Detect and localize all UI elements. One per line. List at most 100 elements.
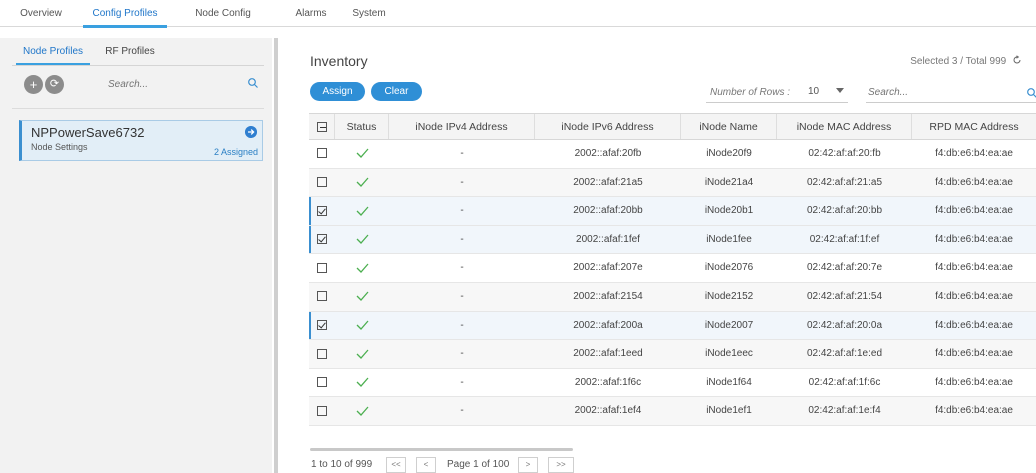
mac-cell: 02:42:af:af:20:0a	[806, 319, 883, 331]
row-checkbox[interactable]	[317, 319, 327, 330]
table-header: Status iNode IPv4 Address iNode IPv6 Add…	[309, 113, 1036, 140]
table-row[interactable]: - 2002::afaf:20fb iNode20f9 02:42:af:af:20:…	[309, 140, 1036, 169]
arrow-right-circle-icon[interactable]	[245, 126, 257, 138]
mac-cell: 02:42:af:af:21:a5	[806, 176, 883, 188]
subtab-node-profiles[interactable]: Node Profiles	[16, 46, 90, 66]
prev-page-button[interactable]: <	[416, 457, 436, 473]
ipv6-cell: 2002::afaf:200a	[573, 319, 643, 331]
row-select-cell	[309, 226, 335, 254]
ipv6-cell: 2002::afaf:207e	[573, 262, 643, 274]
rpd-mac-cell: f4:db:e6:b4:ea:ae	[935, 262, 1013, 274]
mac-cell: 02:42:af:af:1f:ef	[809, 233, 880, 245]
table-row[interactable]: - 2002::afaf:200a iNode2007 02:42:af:af:20:…	[309, 311, 1036, 341]
refresh-button[interactable]: ⟳	[45, 75, 64, 94]
row-select-cell	[309, 397, 335, 425]
checkmark-icon	[356, 320, 368, 330]
add-profile-button[interactable]: +	[24, 75, 43, 94]
status-cell	[335, 140, 389, 168]
last-page-button[interactable]: >>	[548, 457, 574, 473]
table-row[interactable]: - 2002::afaf:1f6c iNode1f64 02:42:af:af:1f:…	[309, 369, 1036, 398]
subtab-rf-profiles[interactable]: RF Profiles	[102, 46, 158, 63]
selection-summary-text: Selected 3 / Total 999	[910, 56, 1007, 67]
tab-overview[interactable]: Overview	[14, 0, 68, 27]
row-select-cell	[309, 312, 335, 340]
mac-cell: 02:42:af:af:20:bb	[806, 205, 883, 217]
horizontal-scrollbar[interactable]	[310, 448, 573, 451]
table-row[interactable]: - 2002::afaf:21a5 iNode21a4 02:42:af:af:21:…	[309, 168, 1036, 198]
column-status[interactable]: Status	[335, 114, 389, 139]
mac-cell: 02:42:af:af:21:54	[806, 290, 883, 302]
node-name-cell: iNode1fee	[706, 233, 752, 245]
ipv6-cell: 2002::afaf:1eed	[573, 348, 643, 360]
pagination-info: 1 to 10 of 999	[311, 459, 373, 470]
ipv4-cell: -	[460, 290, 464, 302]
status-cell	[335, 169, 389, 197]
assign-button[interactable]: Assign	[310, 82, 365, 101]
ipv4-cell: -	[460, 405, 464, 417]
table-row[interactable]: - 2002::afaf:2154 iNode2152 02:42:af:af:21:…	[309, 282, 1036, 312]
subtab-divider	[12, 65, 264, 66]
table-row[interactable]: - 2002::afaf:1ef4 iNode1ef1 02:42:af:af:1e:…	[309, 397, 1036, 426]
node-name-cell: iNode21a4	[704, 176, 754, 188]
tab-node-config[interactable]: Node Config	[190, 0, 256, 27]
table-row[interactable]: - 2002::afaf:207e iNode2076 02:42:af:af:20:…	[309, 254, 1036, 283]
status-cell	[335, 254, 389, 282]
profile-search-input[interactable]	[108, 74, 260, 94]
panel-splitter[interactable]	[274, 38, 278, 473]
clear-button[interactable]: Clear	[371, 82, 422, 101]
checkmark-icon	[356, 349, 368, 359]
row-select-cell	[309, 197, 335, 225]
row-checkbox[interactable]	[317, 205, 327, 216]
column-ipv6[interactable]: iNode IPv6 Address	[535, 114, 681, 139]
ipv6-cell: 2002::afaf:1ef4	[574, 405, 642, 417]
next-page-button[interactable]: >	[518, 457, 538, 473]
page-title: Inventory	[310, 53, 368, 69]
checkmark-icon	[356, 234, 368, 245]
row-checkbox[interactable]	[317, 291, 327, 302]
column-mac[interactable]: iNode MAC Address	[777, 114, 912, 139]
row-checkbox[interactable]	[317, 348, 327, 359]
first-page-button[interactable]: <<	[386, 457, 406, 473]
rows-per-page-select[interactable]: 10	[808, 86, 844, 97]
ipv4-cell: -	[460, 233, 464, 245]
ipv6-cell: 2002::afaf:1f6c	[574, 376, 642, 388]
tab-config-profiles[interactable]: Config Profiles	[83, 0, 167, 28]
checkmark-icon	[356, 406, 368, 416]
node-profile-card[interactable]: NPPowerSave6732 Node Settings 2 Assigned	[19, 120, 263, 161]
row-checkbox[interactable]	[317, 262, 327, 273]
row-checkbox[interactable]	[317, 148, 327, 159]
checkmark-icon	[356, 148, 368, 159]
row-checkbox[interactable]	[317, 405, 327, 416]
ipv6-cell: 2002::afaf:2154	[573, 290, 643, 302]
checkmark-icon	[356, 377, 368, 388]
table-row[interactable]: - 2002::afaf:1eed iNode1eec 02:42:af:af:1e:…	[309, 340, 1036, 369]
ipv4-cell: -	[460, 148, 464, 159]
profile-name: NPPowerSave6732	[31, 125, 145, 140]
column-rpd-mac[interactable]: RPD MAC Address	[912, 114, 1036, 139]
ipv4-cell: -	[460, 205, 464, 217]
rpd-mac-cell: f4:db:e6:b4:ea:ae	[935, 176, 1013, 188]
inventory-search-input[interactable]	[868, 84, 1018, 101]
checkmark-icon	[356, 263, 368, 273]
table-row[interactable]: - 2002::afaf:20bb iNode20b1 02:42:af:af:20:…	[309, 197, 1036, 226]
table-row[interactable]: - 2002::afaf:1fef iNode1fee 02:42:af:af:1f:…	[309, 225, 1036, 255]
status-cell	[335, 197, 389, 225]
ipv6-cell: 2002::afaf:20fb	[574, 148, 642, 159]
node-name-cell: iNode2152	[704, 290, 754, 302]
mac-cell: 02:42:af:af:1f:6c	[808, 376, 881, 388]
row-checkbox[interactable]	[317, 234, 327, 245]
column-ipv4[interactable]: iNode IPv4 Address	[389, 114, 535, 139]
search-icon[interactable]	[247, 77, 259, 89]
column-name[interactable]: iNode Name	[681, 114, 777, 139]
rows-per-page-label: Number of Rows :	[710, 87, 791, 98]
table-body: -2002::afaf:20fb iNode20f9 02:42:af:af:20:…	[309, 140, 1036, 426]
refresh-icon[interactable]	[1012, 55, 1022, 65]
row-checkbox[interactable]	[317, 176, 327, 187]
select-all-checkbox[interactable]	[316, 122, 327, 133]
tab-alarms[interactable]: Alarms	[289, 0, 333, 27]
assigned-count: 2 Assigned	[213, 147, 258, 157]
search-icon[interactable]	[1026, 87, 1036, 99]
row-checkbox[interactable]	[317, 377, 327, 388]
tab-system[interactable]: System	[349, 0, 389, 27]
node-name-cell: iNode2076	[704, 262, 754, 274]
